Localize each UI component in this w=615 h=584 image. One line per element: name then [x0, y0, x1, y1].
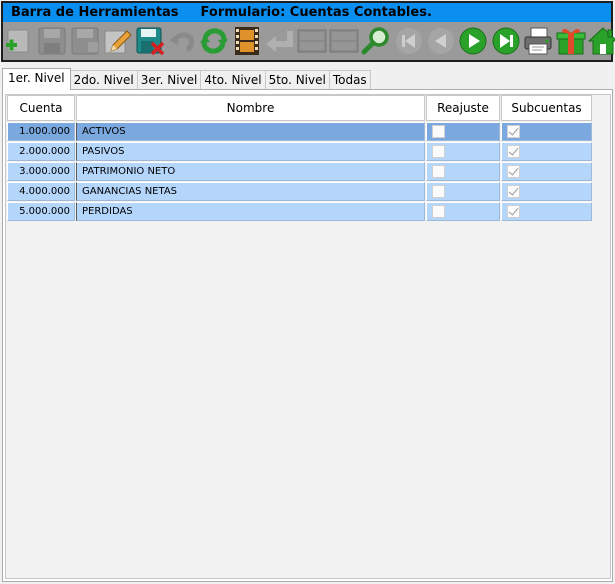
app-window: Barra de Herramientas Formulario: Cuentas… [0, 0, 615, 584]
grid-header: Cuenta Nombre Reajuste Subcuentas [7, 95, 593, 121]
table-row[interactable]: 4.000.000 GANANCIAS NETAS [7, 182, 593, 201]
cuenta-cell[interactable]: 4.000.000 [7, 182, 75, 201]
nombre-cell[interactable]: GANANCIAS NETAS [76, 182, 425, 201]
toolbar-icons [3, 22, 615, 60]
return-button[interactable] [264, 24, 294, 58]
tab-1er-nivel[interactable]: 1er. Nivel [2, 68, 71, 90]
panel-button[interactable] [297, 24, 327, 58]
edit-button[interactable] [102, 24, 132, 58]
edit-pencil-icon [102, 26, 132, 56]
save-icon [37, 26, 67, 56]
subcuentas-cell[interactable] [501, 122, 592, 141]
toolbar: Barra de Herramientas Formulario: Cuentas… [1, 1, 615, 62]
undo-button[interactable] [167, 24, 197, 58]
panel-icon [297, 26, 327, 56]
table-row[interactable]: 2.000.000 PASIVOS [7, 142, 593, 161]
nombre-cell[interactable]: ACTIVOS [76, 122, 425, 141]
save-button[interactable] [37, 24, 67, 58]
cuenta-cell[interactable]: 2.000.000 [7, 142, 75, 161]
column-header-reajuste[interactable]: Reajuste [426, 95, 500, 121]
toolbar-title-right: Formulario: Cuentas Contables. [200, 5, 432, 20]
reajuste-checkbox[interactable] [432, 145, 445, 158]
tab-3er-nivel[interactable]: 3er. Nivel [136, 70, 202, 89]
previous-record-icon [426, 26, 456, 56]
table-row[interactable]: 3.000.000 PATRIMONIO NETO [7, 162, 593, 181]
tab-5to-nivel[interactable]: 5to. Nivel [264, 70, 330, 89]
tab-panel: Cuenta Nombre Reajuste Subcuentas 1.000.… [2, 89, 613, 582]
tab-4to-nivel[interactable]: 4to. Nivel [200, 70, 266, 89]
film-button[interactable] [232, 24, 262, 58]
nombre-cell[interactable]: PASIVOS [76, 142, 425, 161]
subcuentas-checkbox[interactable] [507, 165, 520, 178]
last-record-icon [491, 26, 521, 56]
refresh-icon [199, 26, 229, 56]
panel-2-icon [329, 26, 359, 56]
toolbar-title-left: Barra de Herramientas [11, 5, 179, 20]
panel-2-button[interactable] [329, 24, 359, 58]
level-tabs: 1er. Nivel 2do. Nivel 3er. Nivel 4to. Ni… [2, 68, 371, 90]
gift-icon [556, 26, 586, 56]
home-button[interactable] [588, 24, 615, 58]
subcuentas-cell[interactable] [501, 202, 592, 221]
column-header-nombre[interactable]: Nombre [76, 95, 425, 121]
reajuste-cell[interactable] [426, 202, 500, 221]
column-header-subcuentas[interactable]: Subcuentas [501, 95, 592, 121]
next-record-button[interactable] [458, 24, 488, 58]
return-icon [264, 26, 294, 56]
reajuste-checkbox[interactable] [432, 125, 445, 138]
first-record-icon [394, 26, 424, 56]
film-icon [232, 26, 262, 56]
cuenta-cell[interactable]: 5.000.000 [7, 202, 75, 221]
cuenta-cell[interactable]: 3.000.000 [7, 162, 75, 181]
reajuste-checkbox[interactable] [432, 185, 445, 198]
subcuentas-checkbox[interactable] [507, 125, 520, 138]
gift-button[interactable] [556, 24, 586, 58]
next-record-icon [458, 26, 488, 56]
reajuste-checkbox[interactable] [432, 205, 445, 218]
subcuentas-cell[interactable] [501, 162, 592, 181]
nombre-cell[interactable]: PERDIDAS [76, 202, 425, 221]
accounts-grid[interactable]: Cuenta Nombre Reajuste Subcuentas 1.000.… [5, 94, 611, 579]
save-delete-button[interactable] [135, 24, 165, 58]
table-row[interactable]: 5.000.000 PERDIDAS [7, 202, 593, 221]
home-icon [588, 26, 615, 56]
add-button[interactable] [5, 24, 35, 58]
last-record-button[interactable] [491, 24, 521, 58]
subcuentas-checkbox[interactable] [507, 185, 520, 198]
save-as-icon [70, 26, 100, 56]
subcuentas-checkbox[interactable] [507, 145, 520, 158]
undo-icon [167, 26, 197, 56]
subcuentas-checkbox[interactable] [507, 205, 520, 218]
refresh-button[interactable] [199, 24, 229, 58]
add-icon [5, 26, 35, 56]
reajuste-cell[interactable] [426, 162, 500, 181]
search-button[interactable] [361, 24, 391, 58]
subcuentas-cell[interactable] [501, 182, 592, 201]
reajuste-cell[interactable] [426, 142, 500, 161]
save-as-button[interactable] [70, 24, 100, 58]
tab-2do-nivel[interactable]: 2do. Nivel [69, 70, 138, 89]
reajuste-cell[interactable] [426, 182, 500, 201]
subcuentas-cell[interactable] [501, 142, 592, 161]
printer-icon [523, 26, 553, 56]
reajuste-cell[interactable] [426, 122, 500, 141]
search-magnifier-icon [361, 26, 391, 56]
cuenta-cell[interactable]: 1.000.000 [7, 122, 75, 141]
toolbar-title: Barra de Herramientas Formulario: Cuentas… [3, 3, 611, 22]
table-row[interactable]: 1.000.000 ACTIVOS [7, 122, 593, 141]
nombre-cell[interactable]: PATRIMONIO NETO [76, 162, 425, 181]
column-header-cuenta[interactable]: Cuenta [7, 95, 75, 121]
previous-record-button[interactable] [426, 24, 456, 58]
print-button[interactable] [523, 24, 553, 58]
reajuste-checkbox[interactable] [432, 165, 445, 178]
save-delete-icon [135, 26, 165, 56]
tab-todas[interactable]: Todas [328, 70, 371, 89]
first-record-button[interactable] [394, 24, 424, 58]
